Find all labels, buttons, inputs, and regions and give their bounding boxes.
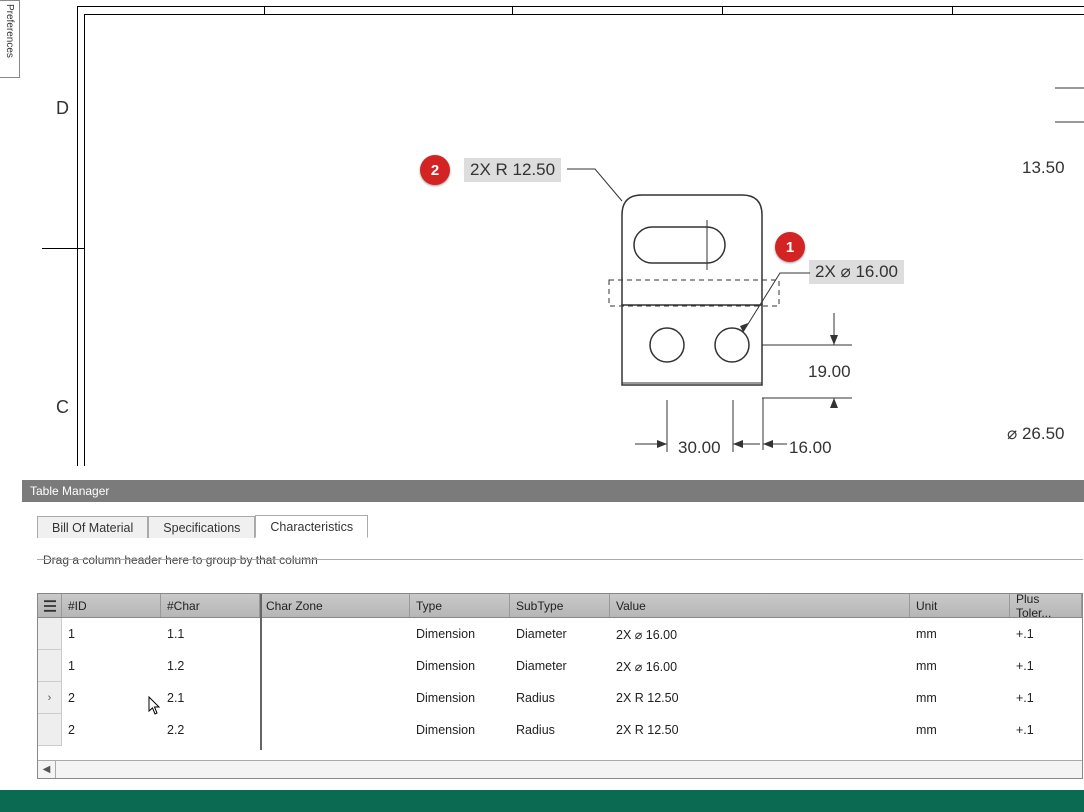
dim-leader-a (1055, 80, 1084, 130)
zone-label-C: C (56, 397, 69, 418)
cell-char[interactable]: 1.2 (161, 650, 260, 682)
dim-19 (762, 308, 862, 408)
frame-line (84, 14, 1084, 15)
status-bar (0, 790, 1084, 812)
grid-rows: 1 1.1 Dimension Diameter 2X ⌀ 16.00 mm +… (38, 618, 1082, 746)
frame-tick (512, 6, 513, 14)
cell-plus[interactable]: +.1 (1010, 714, 1082, 746)
cell-plus[interactable]: +.1 (1010, 650, 1082, 682)
frame-line (77, 6, 78, 466)
row-handle[interactable] (38, 714, 62, 746)
cell-unit[interactable]: mm (910, 682, 1010, 714)
tabstrip-border (37, 559, 1083, 560)
dim-30-text: 30.00 (678, 438, 721, 458)
header-id[interactable]: #ID (62, 594, 161, 617)
preferences-label: Preferences (4, 4, 15, 58)
cell-plus[interactable]: +.1 (1010, 682, 1082, 714)
dim-16-text: 16.00 (789, 438, 832, 458)
cell-value[interactable]: 2X R 12.50 (610, 714, 910, 746)
frame-tick (42, 248, 84, 249)
cell-zone[interactable] (260, 682, 410, 714)
table-row[interactable]: 2 2.2 Dimension Radius 2X R 12.50 mm +.1 (38, 714, 1082, 746)
header-value[interactable]: Value (610, 594, 910, 617)
cell-value[interactable]: 2X ⌀ 16.00 (610, 618, 910, 650)
tabs: Bill Of Material Specifications Characte… (37, 513, 1083, 537)
table-manager-title: Table Manager (22, 480, 1084, 502)
column-menu-icon[interactable] (38, 594, 62, 617)
header-unit[interactable]: Unit (910, 594, 1010, 617)
header-subtype[interactable]: SubType (510, 594, 610, 617)
cell-zone[interactable] (260, 650, 410, 682)
cell-zone[interactable] (260, 618, 410, 650)
cell-subtype[interactable]: Radius (510, 714, 610, 746)
horizontal-scrollbar[interactable]: ◀ (38, 760, 1082, 778)
balloon-2[interactable]: 2 (420, 155, 450, 185)
table-row[interactable]: 1 1.2 Dimension Diameter 2X ⌀ 16.00 mm +… (38, 650, 1082, 682)
dim-1350-text: 13.50 (1022, 158, 1065, 178)
dim-19-text: 19.00 (808, 362, 851, 382)
cell-subtype[interactable]: Diameter (510, 618, 610, 650)
header-plustol[interactable]: Plus Toler... (1010, 594, 1082, 617)
table-manager-panel: Table Manager Bill Of Material Specifica… (22, 480, 1084, 790)
frame-tick (722, 6, 723, 14)
callout-2-text: 2X R 12.50 (470, 160, 555, 179)
cell-zone[interactable] (260, 714, 410, 746)
characteristics-grid[interactable]: #ID #Char Char Zone Type SubType Value U… (37, 593, 1083, 779)
callout-1-text: 2X ⌀ 16.00 (815, 262, 898, 281)
frame-tick (952, 6, 953, 14)
preferences-tab[interactable]: Preferences (0, 0, 20, 78)
row-handle[interactable] (38, 650, 62, 682)
frozen-column-divider (260, 594, 262, 750)
cell-type[interactable]: Dimension (410, 682, 510, 714)
frame-tick (264, 6, 265, 14)
cell-unit[interactable]: mm (910, 714, 1010, 746)
cell-unit[interactable]: mm (910, 618, 1010, 650)
header-charzone[interactable]: Char Zone (260, 594, 410, 617)
drawing-viewport[interactable]: D C 2 2X R 12.50 1 2X ⌀ 16.00 (22, 0, 1084, 478)
row-handle-current[interactable]: › (38, 682, 62, 714)
cell-id[interactable]: 2 (62, 714, 161, 746)
tab-bill-of-material[interactable]: Bill Of Material (37, 516, 148, 538)
tab-specifications[interactable]: Specifications (148, 516, 255, 538)
grid-header: #ID #Char Char Zone Type SubType Value U… (38, 594, 1082, 618)
cell-value[interactable]: 2X R 12.50 (610, 682, 910, 714)
cell-id[interactable]: 2 (62, 682, 161, 714)
callout-1[interactable]: 2X ⌀ 16.00 (809, 260, 904, 284)
cell-unit[interactable]: mm (910, 650, 1010, 682)
cell-char[interactable]: 2.2 (161, 714, 260, 746)
cell-subtype[interactable]: Diameter (510, 650, 610, 682)
header-char[interactable]: #Char (161, 594, 260, 617)
tab-characteristics[interactable]: Characteristics (255, 515, 368, 538)
cell-value[interactable]: 2X ⌀ 16.00 (610, 650, 910, 682)
cell-id[interactable]: 1 (62, 650, 161, 682)
header-type[interactable]: Type (410, 594, 510, 617)
callout-2[interactable]: 2X R 12.50 (464, 158, 561, 182)
balloon-2-number: 2 (431, 162, 439, 179)
dim-265-text: ⌀ 26.50 (1007, 424, 1065, 444)
frame-line (77, 6, 1084, 7)
zone-label-D: D (56, 98, 69, 119)
cell-id[interactable]: 1 (62, 618, 161, 650)
frame-line (84, 14, 85, 466)
cell-char[interactable]: 1.1 (161, 618, 260, 650)
cell-char[interactable]: 2.1 (161, 682, 260, 714)
cell-type[interactable]: Dimension (410, 618, 510, 650)
cell-plus[interactable]: +.1 (1010, 618, 1082, 650)
cell-type[interactable]: Dimension (410, 650, 510, 682)
cell-subtype[interactable]: Radius (510, 682, 610, 714)
table-row[interactable]: 1 1.1 Dimension Diameter 2X ⌀ 16.00 mm +… (38, 618, 1082, 650)
row-handle[interactable] (38, 618, 62, 650)
table-row[interactable]: › 2 2.1 Dimension Radius 2X R 12.50 mm +… (38, 682, 1082, 714)
scroll-left-icon[interactable]: ◀ (38, 761, 56, 779)
cell-type[interactable]: Dimension (410, 714, 510, 746)
group-by-hint[interactable]: Drag a column header here to group by th… (43, 553, 1083, 567)
